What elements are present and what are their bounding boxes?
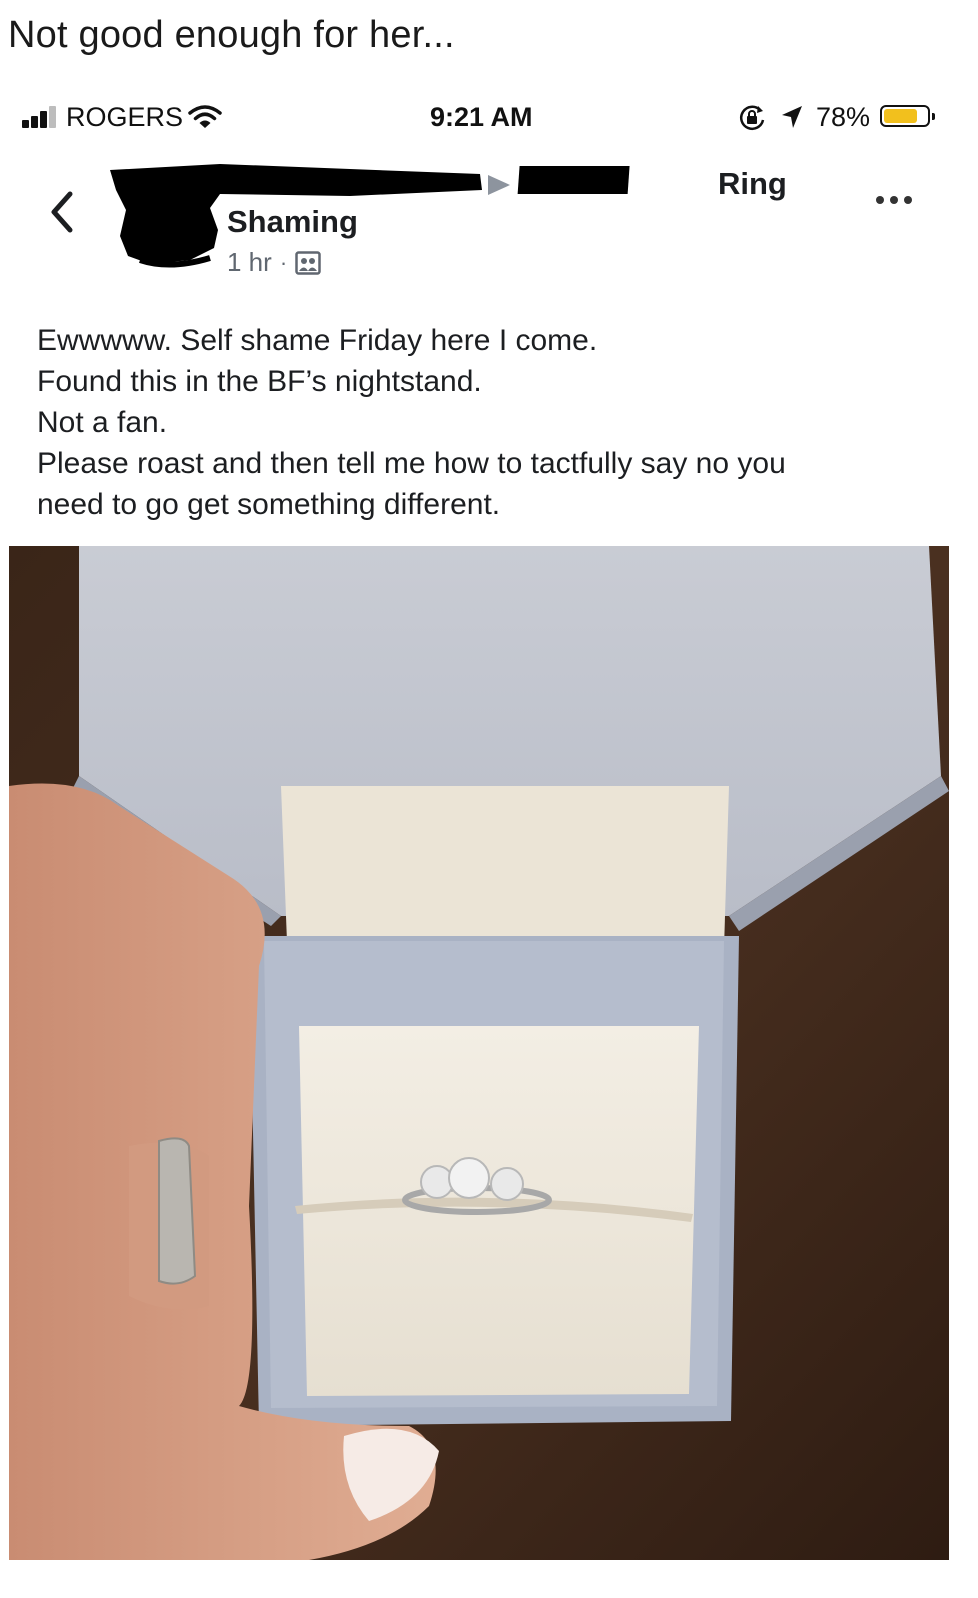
battery-percent: 78%: [816, 102, 871, 132]
carrier-name: ROGERS: [66, 102, 184, 132]
post-body: Ewwwww. Self shame Friday here I come. F…: [37, 320, 937, 525]
location-icon: [782, 106, 802, 128]
post-meta: 1 hr ·: [227, 247, 321, 278]
signal-icon: [22, 104, 62, 128]
post-line: Please roast and then tell me how to tac…: [37, 447, 786, 480]
caption: Not good enough for her...: [8, 14, 455, 56]
post-line: need to go get something different.: [37, 488, 501, 521]
wifi-icon: [188, 105, 222, 128]
group-name[interactable]: Shaming: [227, 204, 358, 240]
post-line: Found this in the BF’s nightstand.: [37, 365, 482, 398]
separator-dot: ·: [279, 249, 288, 275]
group-photo-icon: [295, 250, 321, 275]
post-line: Not a fan.: [37, 406, 168, 439]
post-photo[interactable]: [9, 546, 949, 1560]
target-group-name[interactable]: Ring: [718, 166, 787, 202]
rotation-lock-icon: [739, 105, 765, 130]
post-line: Ewwwww. Self shame Friday here I come.: [37, 324, 598, 357]
battery-fill: [884, 109, 917, 123]
redacted-author: [110, 164, 630, 268]
more-options-icon[interactable]: [876, 196, 912, 204]
post-time[interactable]: 1 hr: [227, 247, 272, 278]
shared-to-arrow-icon: [488, 175, 510, 195]
back-chevron-icon[interactable]: [46, 190, 76, 234]
clock: 9:21 AM: [430, 102, 533, 132]
battery-icon: [880, 105, 935, 127]
status-bar: ROGERS 9:21 AM 78%: [0, 96, 978, 140]
